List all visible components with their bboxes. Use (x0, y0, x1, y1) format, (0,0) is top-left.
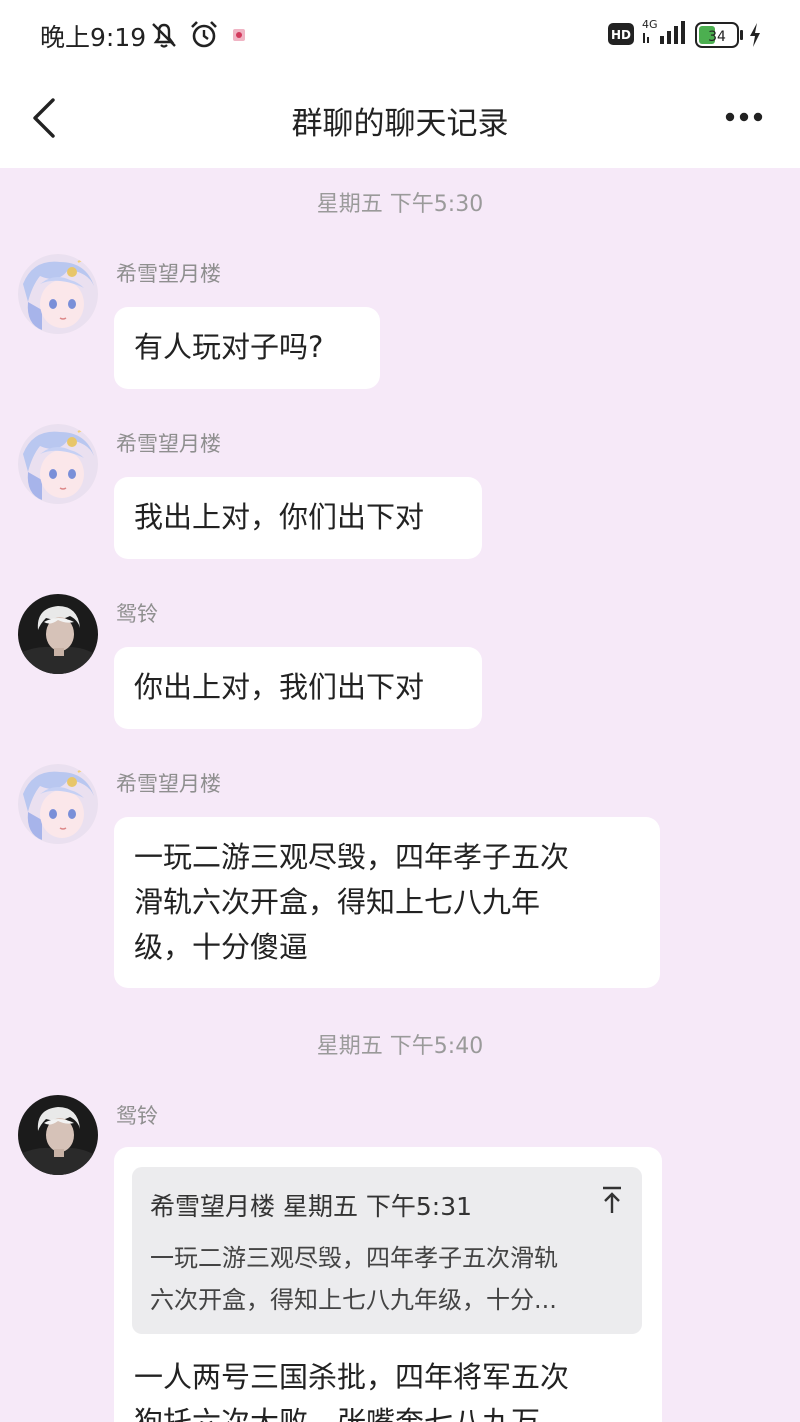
mute-icon (152, 23, 176, 48)
message-line: 狗托六次大败，张嘴奔七八九万 (134, 1405, 541, 1422)
avatar[interactable] (18, 424, 98, 504)
message-bubble[interactable]: 有人玩对子吗? (114, 307, 380, 389)
quote-header: 希雪望月楼 星期五 下午5:31 (150, 1192, 473, 1221)
message-bubble[interactable]: 我出上对，你们出下对 (114, 477, 482, 559)
status-time: 晚上9:19 (40, 23, 147, 52)
quoted-message[interactable]: 希雪望月楼 星期五 下午5:31 一玩二游三观尽毁，四年孝子五次滑轨 六次开盒，… (132, 1167, 642, 1334)
message-text: 我出上对，你们出下对 (134, 500, 425, 534)
message-bubble[interactable]: 一玩二游三观尽毁，四年孝子五次 滑轨六次开盒，得知上七八九年 级，十分傻逼 (114, 817, 660, 988)
message-line: 滑轨六次开盒，得知上七八九年 (134, 885, 541, 919)
sender-name: 希雪望月楼 (116, 772, 221, 796)
sender-name: 鸳铃 (116, 1104, 158, 1128)
message-line: 级，十分傻逼 (134, 930, 309, 964)
page-title: 群聊的聊天记录 (291, 106, 509, 142)
signal-icon: 4G (642, 18, 685, 44)
avatar[interactable] (18, 764, 98, 844)
battery-icon: 34 (695, 22, 743, 48)
message-bubble[interactable]: 你出上对，我们出下对 (114, 647, 482, 729)
message-line: 一玩二游三观尽毁，四年孝子五次 (134, 840, 570, 874)
time-label: 星期五 下午5:40 (316, 1034, 484, 1059)
time-label: 星期五 下午5:30 (316, 192, 484, 217)
avatar[interactable] (18, 594, 98, 674)
sender-name: 鸳铃 (116, 602, 158, 626)
svg-text:34: 34 (708, 29, 726, 45)
charging-icon (750, 23, 760, 47)
svg-text:HD: HD (611, 28, 631, 42)
status-bar: 晚上9:19 HD 4G 34 (0, 0, 800, 70)
message-body: 一人两号三国杀批，四年将军五次 狗托六次大败，张嘴奔七八九万 (134, 1355, 644, 1422)
svg-text:4G: 4G (642, 18, 658, 31)
message-text: 有人玩对子吗? (134, 330, 324, 364)
avatar[interactable] (18, 1095, 98, 1175)
quote-text: 一玩二游三观尽毁，四年孝子五次滑轨 六次开盒，得知上七八九年级，十分... (150, 1237, 628, 1321)
more-button[interactable] (720, 102, 770, 132)
quote-line: 六次开盒，得知上七八九年级，十分... (150, 1286, 557, 1314)
arrow-up-icon[interactable] (600, 1185, 624, 1215)
sender-name: 希雪望月楼 (116, 432, 221, 456)
sender-name: 希雪望月楼 (116, 262, 221, 286)
avatar[interactable] (18, 254, 98, 334)
alarm-icon (191, 21, 217, 48)
hd-icon: HD (608, 23, 634, 45)
header: 群聊的聊天记录 (0, 70, 800, 168)
message-text: 你出上对，我们出下对 (134, 670, 425, 704)
more-dots-icon (725, 112, 763, 122)
quote-line: 一玩二游三观尽毁，四年孝子五次滑轨 (150, 1244, 558, 1272)
message-line: 一人两号三国杀批，四年将军五次 (134, 1360, 570, 1394)
notification-icon (233, 29, 245, 41)
